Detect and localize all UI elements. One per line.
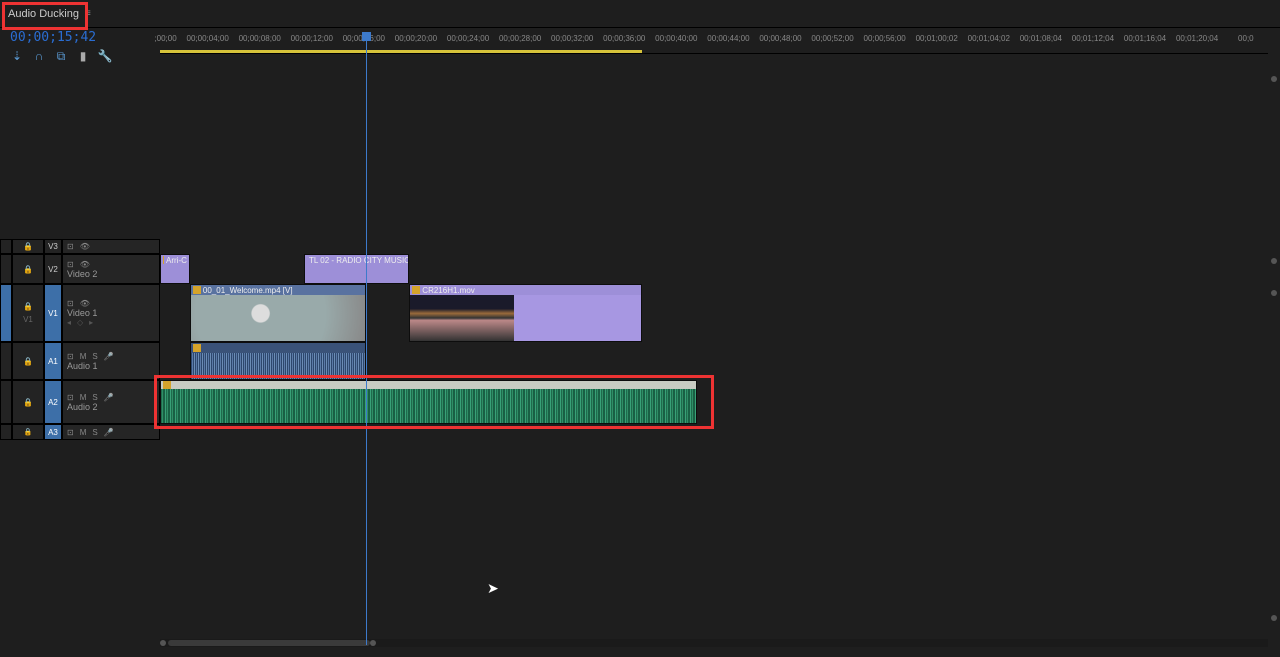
ruler-tick: 00;01;12;04 (1072, 34, 1114, 43)
video-clip-v1-2[interactable]: CR216H1.mov (409, 284, 642, 342)
solo-button[interactable]: S (92, 352, 97, 361)
mic-icon[interactable]: 🎤 (104, 393, 114, 402)
insert-icon[interactable]: ⇣ (10, 49, 24, 63)
sync-lock-icon[interactable]: ⊡ (67, 299, 74, 308)
track-target-v2[interactable]: V2 (44, 254, 62, 284)
solo-button[interactable]: S (92, 428, 97, 437)
marker-icon[interactable]: ▮ (76, 49, 90, 63)
panel-tab[interactable]: Audio Ducking ≡ (8, 8, 91, 20)
ruler-tick: 00;00;48;00 (759, 34, 801, 43)
mute-button[interactable]: M (80, 393, 87, 402)
track-target-v3[interactable]: V3 (44, 239, 62, 254)
track-lock-v3[interactable]: 🔒 (12, 239, 44, 254)
fx-badge-icon (163, 381, 171, 389)
clip-label: TL 02 - RADIO CITY MUSIC HA (309, 256, 408, 265)
ruler-tick: 00;00;20;00 (395, 34, 437, 43)
source-patch-a3[interactable] (0, 424, 12, 440)
ruler-tick: 00;00;40;00 (655, 34, 697, 43)
time-ruler[interactable]: ;00;00 00;00;04;00 00;00;08;00 00;00;12;… (160, 28, 1268, 54)
snap-icon[interactable]: ∩ (32, 49, 46, 63)
sync-lock-icon[interactable]: ⊡ (67, 393, 74, 402)
panel-title: Audio Ducking (8, 8, 79, 20)
sync-lock-icon[interactable]: ⊡ (67, 352, 74, 361)
source-patch-v1[interactable] (0, 284, 12, 342)
ruler-tick: 00;01;00;02 (916, 34, 958, 43)
eye-icon[interactable]: 👁 (80, 299, 90, 308)
track-lock-a2[interactable]: 🔒 (12, 380, 44, 424)
fx-badge-icon (193, 344, 201, 352)
linked-selection-icon[interactable]: ⧉ (54, 49, 68, 63)
source-patch-v2[interactable] (0, 254, 12, 284)
fx-badge-icon (193, 286, 201, 294)
ruler-tick: 00;01;16;04 (1124, 34, 1166, 43)
audio-clip-a2[interactable] (160, 380, 697, 424)
track-lock-v2[interactable]: 🔒 (12, 254, 44, 284)
ruler-tick: 00;01;20;04 (1176, 34, 1218, 43)
fx-badge-icon (163, 256, 164, 264)
source-patch-a1[interactable] (0, 342, 12, 380)
track-label-a2: Audio 2 (67, 402, 155, 412)
ruler-tick: ;00;00 (154, 34, 176, 43)
eye-icon[interactable]: 👁 (80, 260, 90, 269)
track-target-a3[interactable]: A3 (44, 424, 62, 440)
sync-lock-icon[interactable]: ⊡ (67, 260, 74, 269)
source-patch-v3[interactable] (0, 239, 12, 254)
clip-label: CR216H1.mov (422, 286, 474, 295)
ruler-tick: 00;00;08;00 (239, 34, 281, 43)
ruler-tick: 00;00;28;00 (499, 34, 541, 43)
work-area-bar[interactable] (160, 50, 642, 53)
track-label-v2: Video 2 (67, 269, 155, 279)
ruler-tick: 00;01;04;02 (968, 34, 1010, 43)
ruler-tick: 00;00;52;00 (811, 34, 853, 43)
ruler-tick: 00;00;44;00 (707, 34, 749, 43)
source-patch-a2[interactable] (0, 380, 12, 424)
track-lock-a1[interactable]: 🔒 (12, 342, 44, 380)
mic-icon[interactable]: 🎤 (104, 428, 114, 437)
clip-thumbnail (191, 295, 365, 341)
vertical-scrollbar[interactable] (1270, 28, 1278, 641)
video-clip-v2-1[interactable]: Arri-C (160, 254, 190, 284)
ruler-tick: 00;0 (1238, 34, 1254, 43)
waveform (191, 353, 365, 379)
track-lock-v1[interactable]: 🔒V1 (12, 284, 44, 342)
playhead-timecode[interactable]: 00;00;15;42 (0, 28, 160, 45)
clip-thumbnail (410, 295, 514, 341)
track-lock-a3[interactable]: 🔒 (12, 424, 44, 440)
track-target-v1[interactable]: V1 (44, 284, 62, 342)
waveform (161, 389, 696, 407)
fx-badge-icon (412, 286, 420, 294)
video-clip-v2-2[interactable]: TL 02 - RADIO CITY MUSIC HA (304, 254, 409, 284)
ruler-tick: 00;01;08;04 (1020, 34, 1062, 43)
track-target-a2[interactable]: A2 (44, 380, 62, 424)
video-clip-v1-1[interactable]: 00_01_Welcome.mp4 [V] (190, 284, 366, 342)
eye-icon[interactable]: 👁 (80, 242, 90, 251)
solo-button[interactable]: S (92, 393, 97, 402)
mute-button[interactable]: M (80, 428, 87, 437)
mic-icon[interactable]: 🎤 (104, 352, 114, 361)
settings-icon[interactable]: 🔧 (98, 49, 112, 63)
audio-clip-a1[interactable] (190, 342, 366, 380)
track-label-v1: Video 1 (67, 308, 155, 318)
ruler-tick: 00;00;36;00 (603, 34, 645, 43)
ruler-tick: 00;00;12;00 (291, 34, 333, 43)
clip-label: Arri-C (166, 256, 187, 265)
ruler-tick: 00;00;04;00 (187, 34, 229, 43)
horizontal-scrollbar[interactable] (160, 639, 1268, 647)
panel-menu-icon[interactable]: ≡ (85, 8, 91, 19)
sync-lock-icon[interactable]: ⊡ (67, 428, 74, 437)
playhead[interactable] (366, 32, 367, 645)
clip-label: 00_01_Welcome.mp4 [V] (203, 286, 293, 295)
ruler-tick: 00;00;32;00 (551, 34, 593, 43)
track-target-a1[interactable]: A1 (44, 342, 62, 380)
mute-button[interactable]: M (80, 352, 87, 361)
waveform (161, 407, 696, 424)
ruler-tick: 00;00;56;00 (863, 34, 905, 43)
sync-lock-icon[interactable]: ⊡ (67, 242, 74, 251)
clip-body (514, 295, 641, 341)
ruler-tick: 00;00;24;00 (447, 34, 489, 43)
track-label-a1: Audio 1 (67, 361, 155, 371)
